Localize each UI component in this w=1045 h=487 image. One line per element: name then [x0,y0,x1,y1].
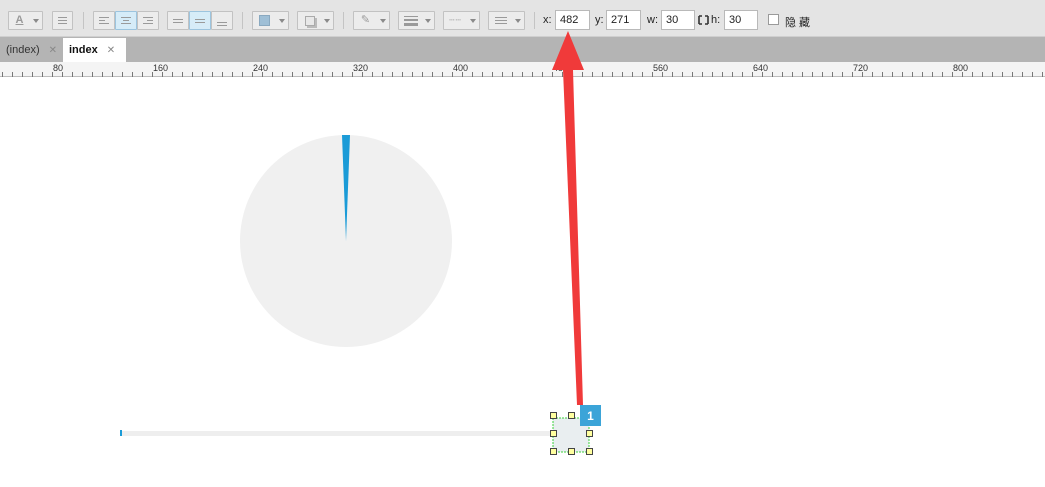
shadow-dropdown[interactable] [297,11,334,30]
h-label: h: [711,14,721,26]
toolbar-divider [83,12,84,29]
line-color-dropdown[interactable]: ✎ [353,11,390,30]
x-label: x: [543,14,552,26]
arrow-style-icon [489,12,512,29]
aspect-lock-icon[interactable] [698,13,709,25]
ruler-label: 320 [353,63,368,73]
resize-handle-bottom-left[interactable] [550,448,557,455]
align-bottom-button[interactable] [211,11,233,30]
hidden-checkbox[interactable] [768,14,779,25]
ruler-ticks: 80 160 240 320 400 48 560 640 720 800 [2,63,1043,77]
align-bottom-icon [212,12,232,29]
hidden-label: 隐 藏 [785,17,811,29]
ruler-label: 560 [653,63,668,73]
ruler-label: 400 [453,63,468,73]
shadow-icon [298,12,321,29]
align-right-button[interactable] [137,11,159,30]
ruler-label: 80 [53,63,63,73]
resize-handle-top-left[interactable] [550,412,557,419]
line-style-icon: ┄┄ [449,15,462,25]
align-right-icon [138,12,158,29]
chevron-down-icon [33,19,39,23]
tab-label: index [69,44,98,56]
ruler-label: 240 [253,63,268,73]
close-icon[interactable]: ✕ [107,45,115,56]
bullet-list-icon [53,12,72,29]
resize-handle-left[interactable] [550,430,557,437]
align-left-button[interactable] [93,11,115,30]
resize-handle-bottom[interactable] [568,448,575,455]
horizontal-ruler: 80 160 240 320 400 48 560 640 720 800 [0,62,1045,77]
resize-handle-bottom-right[interactable] [586,448,593,455]
toolbar-divider [242,12,243,29]
design-canvas[interactable] [0,77,1045,487]
w-label: w: [647,14,658,26]
font-color-icon: A [15,14,24,26]
align-center-button[interactable] [115,11,137,30]
x-input[interactable] [555,10,590,30]
ruler-label: 160 [153,63,168,73]
align-middle-icon [190,12,210,29]
chevron-down-icon [470,19,476,23]
step-number-badge: 1 [580,405,601,426]
arrow-style-dropdown[interactable] [488,11,525,30]
chevron-down-icon [324,19,330,23]
toolbar-divider [343,12,344,29]
tab-label: (index) [6,44,40,56]
format-toolbar: A ✎ ┄┄ x: 482 y: 271 w: 30 h: 30 隐 藏 [0,0,1045,37]
slider-fill [120,430,122,436]
chevron-down-icon [279,19,285,23]
ruler-label: 48 [553,63,563,73]
align-top-button[interactable] [167,11,189,30]
y-input[interactable] [606,10,641,30]
line-style-dropdown[interactable]: ┄┄ [443,11,480,30]
ruler-label: 720 [853,63,868,73]
ruler-label: 640 [753,63,768,73]
w-input[interactable] [661,10,695,30]
align-top-icon [168,12,188,29]
ruler-label: 800 [953,63,968,73]
pencil-icon: ✎ [360,14,371,26]
close-icon[interactable]: ✕ [49,45,57,56]
line-width-icon [399,12,422,29]
tab-index[interactable]: index ✕ [63,38,126,62]
chevron-down-icon [380,19,386,23]
resize-handle-top[interactable] [568,412,575,419]
align-left-icon [94,12,114,29]
align-middle-button[interactable] [189,11,211,30]
tab-index-parent[interactable]: (index) ✕ [0,38,62,62]
chevron-down-icon [425,19,431,23]
page-tab-bar: (index) ✕ index ✕ [0,37,1045,62]
chevron-down-icon [515,19,521,23]
line-width-dropdown[interactable] [398,11,435,30]
bullet-list-button[interactable] [52,11,73,30]
h-input[interactable] [724,10,758,30]
fill-color-icon [253,12,276,29]
resize-handle-right[interactable] [586,430,593,437]
font-color-dropdown[interactable]: A [8,11,43,30]
align-center-icon [116,12,136,29]
toolbar-divider [534,12,535,29]
slider-track [121,431,553,436]
y-label: y: [595,14,604,26]
fill-color-dropdown[interactable] [252,11,289,30]
